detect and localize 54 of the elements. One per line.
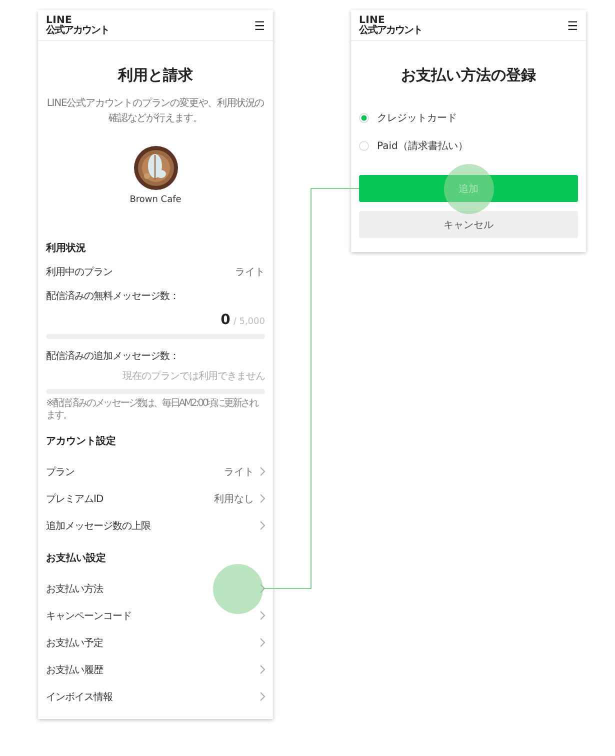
item-label: インボイス情報 <box>46 690 112 704</box>
radio-option[interactable]: クレジットカード <box>359 111 578 125</box>
menu-button[interactable]: ☰ <box>254 18 265 32</box>
item-label: お支払い履歴 <box>46 664 103 676</box>
chevron-icon <box>260 521 265 530</box>
row-label: 利用中のプラン <box>46 266 112 279</box>
row-value: ライト <box>235 266 265 279</box>
footnote-text: ※配信済みのメッセージ数は、毎日AM2:00頃に更新されます。 <box>46 398 260 422</box>
settings-item[interactable]: プレミアムID 利用なし <box>46 485 265 512</box>
logo-text: LINE <box>46 16 74 26</box>
page-title: 利用と請求 <box>116 66 194 85</box>
item-label: キャンペーンコード <box>46 610 132 622</box>
item-label: 追加メッセージ数の上限 <box>46 520 150 532</box>
settings-item[interactable]: お支払い方法 <box>46 575 265 602</box>
settings-item[interactable]: キャンペーンコード <box>46 602 265 629</box>
item-value: ライト <box>224 466 254 478</box>
menu-button[interactable]: ☰ <box>567 18 578 32</box>
section-heading: お支払い設定 <box>46 551 107 565</box>
item-value: 利用なし <box>214 492 254 506</box>
logo-text: 公式アカウント <box>46 26 109 36</box>
item-label: お支払い予定 <box>46 636 103 650</box>
logo-text: LINE <box>359 16 386 26</box>
chevron-icon <box>260 584 265 593</box>
chevron-icon <box>260 467 265 476</box>
chevron-icon <box>260 494 265 503</box>
description-text: LINE公式アカウントのプランの変更や、利用状況の確認などが行えます。 <box>46 97 265 126</box>
account-name: Brown Cafe <box>128 195 182 205</box>
section-heading: 利用状況 <box>46 242 87 255</box>
chevron-icon <box>260 692 265 701</box>
settings-item[interactable]: インボイス情報 <box>46 683 265 710</box>
chevron-icon <box>260 665 265 674</box>
item-label: プレミアムID <box>46 492 104 506</box>
section-heading: アカウント設定 <box>46 434 117 448</box>
message-limit: / 5,000 <box>233 317 265 327</box>
row-label: 配信済みの追加メッセージ数： <box>46 350 180 363</box>
settings-item[interactable]: お支払い履歴 <box>46 656 265 683</box>
radio-option[interactable]: Paid（請求書払い） <box>359 139 578 153</box>
settings-item[interactable]: お支払い予定 <box>46 629 265 656</box>
chevron-icon <box>260 611 265 620</box>
logo-text: 公式アカウント <box>359 26 422 36</box>
item-label: お支払い方法 <box>46 582 103 596</box>
settings-item[interactable]: プラン ライト <box>46 458 265 485</box>
item-label: プラン <box>46 466 74 478</box>
settings-item[interactable]: 追加メッセージ数の上限 <box>46 512 265 539</box>
radio-button[interactable] <box>359 113 369 123</box>
page-title: お支払い方法の登録 <box>400 66 537 85</box>
unavailable-note: 現在のプランでは利用できません <box>122 370 265 383</box>
message-count: 0 <box>220 312 230 328</box>
option-label: Paid（請求書払い） <box>377 140 468 153</box>
chevron-icon <box>260 638 265 647</box>
row-label: 配信済みの無料メッセージ数： <box>46 290 180 303</box>
cancel-button[interactable]: キャンセル <box>359 211 578 238</box>
radio-button[interactable] <box>359 141 369 151</box>
option-label: クレジットカード <box>377 112 457 125</box>
